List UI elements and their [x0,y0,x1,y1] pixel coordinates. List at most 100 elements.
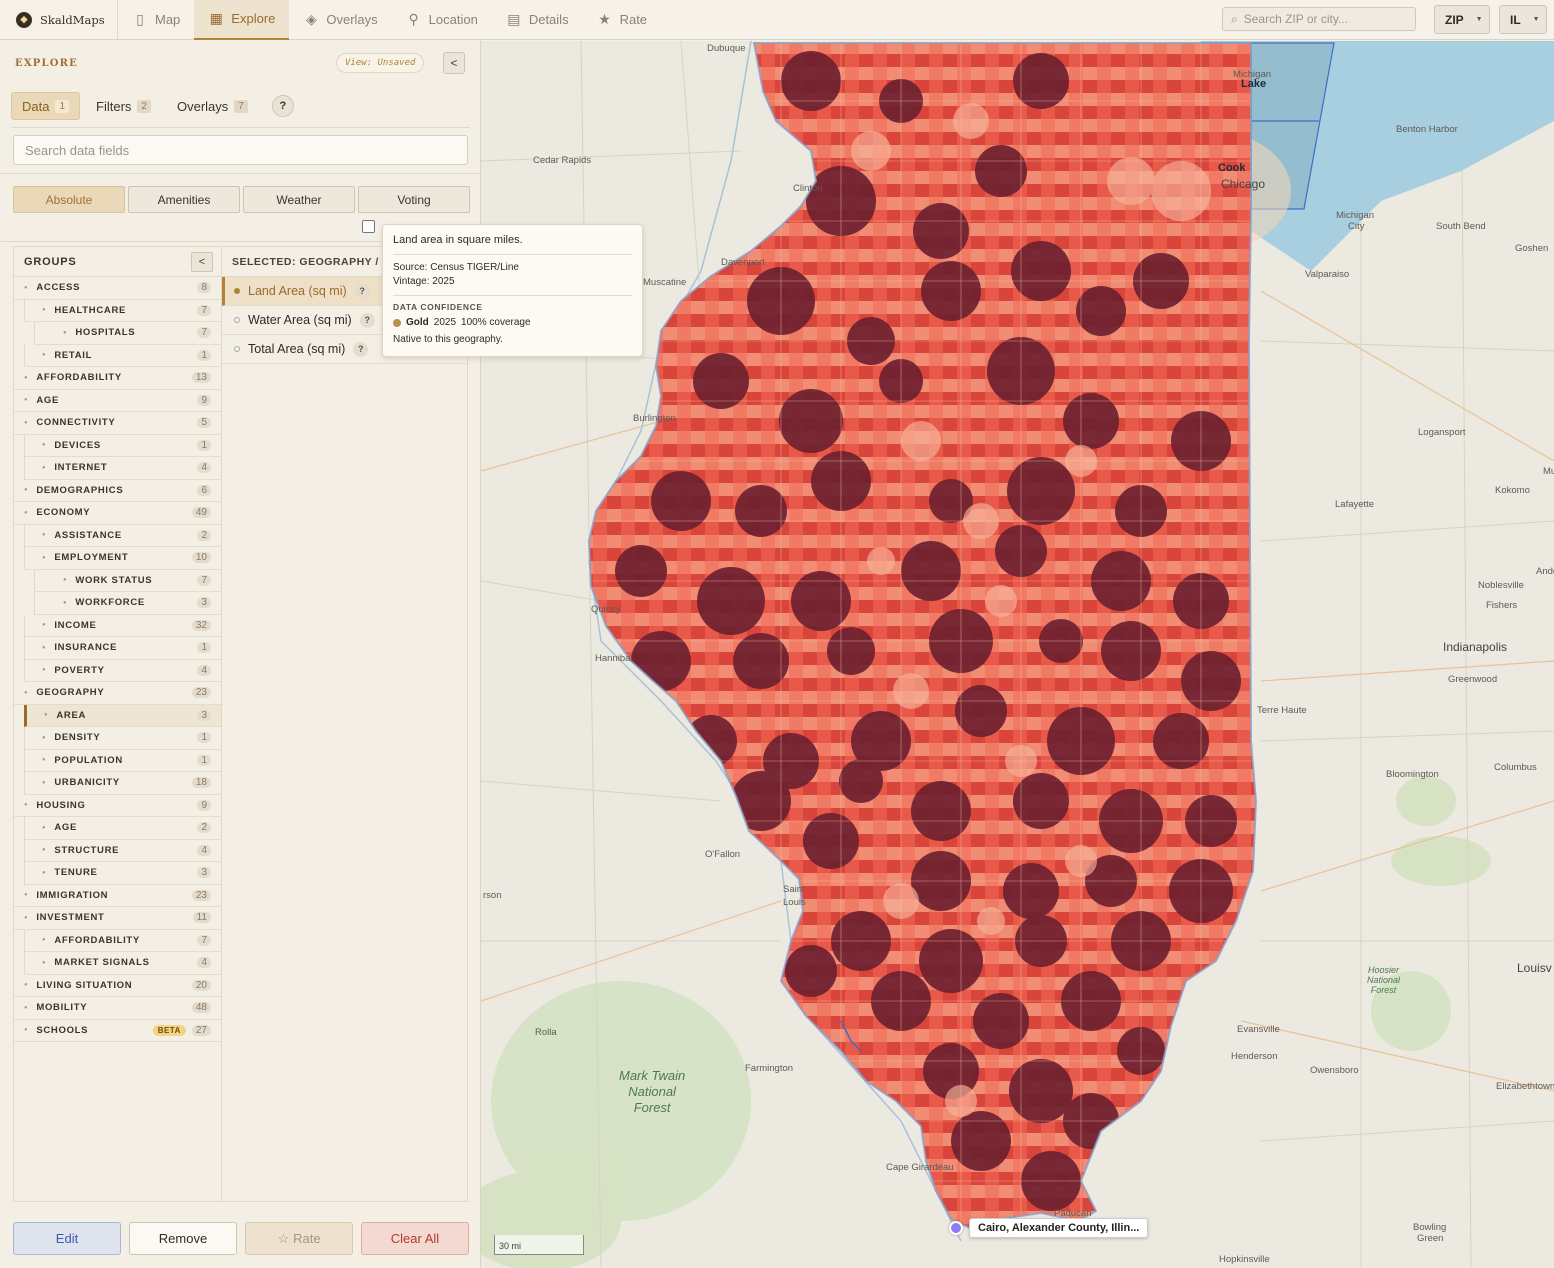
option-checkbox[interactable] [362,220,375,233]
group-item-urbanicity[interactable]: ● URBANICITY 18 [24,772,221,795]
group-label: STRUCTURE [54,844,120,856]
group-label: AFFORDABILITY [54,934,140,946]
group-item-income[interactable]: ● INCOME 32 [24,614,221,637]
group-label: DEMOGRAPHICS [36,484,124,496]
collapse-groups-button[interactable]: < [191,251,213,272]
group-item-immigration[interactable]: ● IMMIGRATION 23 [14,885,221,907]
group-item-area[interactable]: ● AREA 3 [24,704,221,727]
group-item-access[interactable]: ● ACCESS 8 [14,277,221,300]
group-label-wrap: ● MARKET SIGNALS [42,957,150,968]
group-meta: 5 [197,417,211,429]
nav-rate[interactable]: ★ Rate [583,0,661,40]
help-button[interactable]: ? [271,95,294,117]
group-count: 18 [191,777,211,789]
view-status-badge[interactable]: View: Unsaved [336,53,425,73]
group-count: 3 [197,709,211,721]
state-select[interactable]: IL ▼ [1499,5,1547,34]
group-label-wrap: ● AGE [42,822,77,833]
location-pin-icon[interactable] [949,1221,963,1235]
brand[interactable]: ◆ SkaldMaps [0,0,118,40]
divider [393,254,632,255]
location-search-input[interactable] [1243,12,1404,26]
tab-filters[interactable]: Filters 2 [86,92,161,120]
group-item-housing[interactable]: ● HOUSING 9 [14,795,221,817]
nav-label: Overlays [326,12,378,27]
group-label-wrap: ● ACCESS [24,282,80,293]
group-item-retail[interactable]: ● RETAIL 1 [24,344,221,367]
group-item-geography[interactable]: ● GEOGRAPHY 23 [14,682,221,705]
bullet-icon: ● [24,802,29,809]
place-label: Bowling [1413,1222,1447,1233]
group-item-mobility[interactable]: ● MOBILITY 48 [14,997,221,1020]
confidence-coverage: 100% coverage [461,317,531,328]
group-item-density[interactable]: ● DENSITY 1 [24,727,221,750]
group-item-devices[interactable]: ● DEVICES 1 [24,434,221,457]
group-label-wrap: ● ECONOMY [24,507,90,518]
group-item-insurance[interactable]: ● INSURANCE 1 [24,637,221,660]
group-item-tenure[interactable]: ● TENURE 3 [24,862,221,885]
collapse-sidebar-button[interactable]: < [443,52,465,74]
document-icon: ▤ [507,11,521,27]
group-item-market-signals[interactable]: ● MARKET SIGNALS 4 [24,952,221,975]
groups-panel: GROUPS < ● ACCESS 8 ● HEALTHCARE 7 ● HOSPITALS 7… [13,246,222,1202]
nav-details[interactable]: ▤ Details [492,0,583,40]
group-count: 11 [192,912,211,924]
field-radio[interactable] [234,288,240,294]
bullet-icon: ● [24,419,29,426]
group-item-internet[interactable]: ● INTERNET 4 [24,457,221,480]
location-pin-label[interactable]: Cairo, Alexander County, Illin... [969,1218,1149,1238]
pin-icon: ⚲ [408,11,419,27]
field-radio[interactable] [234,317,240,323]
group-item-employment[interactable]: ● EMPLOYMENT 10 [24,547,221,570]
category-weather[interactable]: Weather [243,186,355,213]
group-meta: 1 [197,754,211,766]
field-search[interactable] [13,135,468,165]
category-voting[interactable]: Voting [358,186,470,213]
group-item-demographics[interactable]: ● DEMOGRAPHICS 6 [14,480,221,502]
location-search[interactable]: ⌕ [1222,7,1416,31]
group-item-work-status[interactable]: ● WORK STATUS 7 [34,569,221,592]
group-item-healthcare[interactable]: ● HEALTHCARE 7 [24,299,221,322]
field-info-icon[interactable]: ? [353,341,369,357]
group-item-age[interactable]: ● AGE 2 [24,817,221,840]
nav-overlays[interactable]: ◈ Overlays [289,0,391,40]
group-item-population[interactable]: ● POPULATION 1 [24,749,221,772]
field-radio[interactable] [234,346,240,352]
nav-explore[interactable]: ▦ Explore [194,0,290,40]
category-amenities[interactable]: Amenities [128,186,240,213]
remove-button[interactable]: Remove [129,1222,237,1255]
group-item-assistance[interactable]: ● ASSISTANCE 2 [24,524,221,547]
bullet-icon: ● [42,667,47,674]
rate-button[interactable]: ☆ Rate [245,1222,353,1255]
fields-panel: SELECTED: GEOGRAPHY / AREA Land Area (sq… [222,246,468,1202]
group-item-hospitals[interactable]: ● HOSPITALS 7 [34,322,221,345]
field-search-input[interactable] [25,142,445,158]
nav-location[interactable]: ⚲ Location [392,0,492,40]
group-item-connectivity[interactable]: ● CONNECTIVITY 5 [14,412,221,435]
group-item-affordability[interactable]: ● AFFORDABILITY 7 [24,929,221,952]
tab-overlays[interactable]: Overlays 7 [167,92,258,120]
edit-button[interactable]: Edit [13,1222,121,1255]
tab-data[interactable]: Data 1 [11,92,81,120]
group-item-schools[interactable]: ● SCHOOLS BETA 27 [14,1020,221,1042]
group-item-age[interactable]: ● AGE 9 [14,390,221,412]
group-count: 49 [191,507,211,519]
field-info-icon[interactable]: ? [354,283,370,299]
group-item-affordability[interactable]: ● AFFORDABILITY 13 [14,367,221,390]
field-info-icon[interactable]: ? [359,312,375,328]
group-item-living-situation[interactable]: ● LIVING SITUATION 20 [14,975,221,997]
nav-map[interactable]: ▯ Map [118,0,194,40]
place-label: Quincy [591,604,621,615]
geography-level-select[interactable]: ZIP ▼ [1434,5,1490,34]
category-absolute[interactable]: Absolute [13,186,125,213]
group-item-economy[interactable]: ● ECONOMY 49 [14,502,221,525]
groups-header: GROUPS < [14,247,221,277]
field-label: Land Area (sq mi) [248,284,347,298]
location-pin-popup[interactable]: Cairo, Alexander County, Illin... [949,1218,1149,1238]
group-label-wrap: ● DENSITY [42,732,100,743]
group-item-workforce[interactable]: ● WORKFORCE 3 [34,592,221,615]
group-item-structure[interactable]: ● STRUCTURE 4 [24,839,221,862]
group-item-investment[interactable]: ● INVESTMENT 11 [14,907,221,930]
clear-all-button[interactable]: Clear All [361,1222,469,1255]
group-item-poverty[interactable]: ● POVERTY 4 [24,659,221,682]
